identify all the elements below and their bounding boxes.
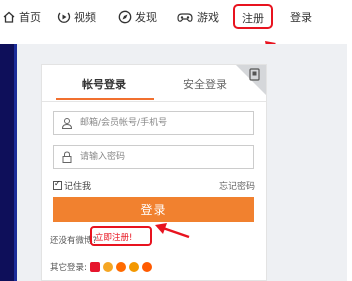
gamepad-icon <box>177 13 193 22</box>
register-nav-button[interactable]: 注册 <box>233 4 273 29</box>
home-icon <box>3 11 15 23</box>
password-input[interactable] <box>80 149 248 165</box>
nav-games-label: 游戏 <box>197 11 219 24</box>
nav-discover-label: 发现 <box>135 11 157 24</box>
register-now-link[interactable]: 立即注册! <box>95 231 132 243</box>
lock-icon <box>62 151 72 163</box>
register-nav-label: 注册 <box>242 12 264 25</box>
nav-home[interactable]: 首页 <box>2 9 41 25</box>
nav-home-label: 首页 <box>19 11 41 24</box>
left-side-panel <box>0 44 17 281</box>
tab-account-login[interactable]: 帐号登录 <box>82 76 126 92</box>
remember-me-label: 记住我 <box>64 182 92 192</box>
password-field[interactable] <box>53 145 254 169</box>
remember-me[interactable]: 记住我 <box>53 179 91 192</box>
forgot-password-link[interactable]: 忘记密码 <box>219 179 255 192</box>
login-button[interactable]: 登录 <box>53 197 254 222</box>
weibo-icon[interactable] <box>89 262 100 272</box>
play-circle-icon <box>57 12 71 23</box>
wechat-icon[interactable] <box>128 262 139 272</box>
register-now-highlight: 立即注册! <box>90 226 152 246</box>
username-field[interactable] <box>53 111 254 135</box>
annotation-arrow-register-now <box>155 223 190 239</box>
nav-login-label: 登录 <box>290 11 312 24</box>
user-icon <box>61 118 73 129</box>
compass-icon <box>118 10 132 24</box>
top-navigation: 首页 视频 发现 游戏 注册 登录 <box>0 0 352 36</box>
active-tab-indicator <box>56 98 154 100</box>
alipay-icon[interactable] <box>141 262 152 272</box>
qq-icon[interactable] <box>102 262 113 272</box>
other-login-label: 其它登录: <box>50 263 87 273</box>
nav-discover[interactable]: 发现 <box>118 9 157 25</box>
taobao-icon[interactable] <box>115 262 126 272</box>
tab-secure-login[interactable]: 安全登录 <box>183 76 227 92</box>
nav-games[interactable]: 游戏 <box>176 9 219 25</box>
qrcode-icon[interactable] <box>249 68 262 81</box>
remember-me-checkbox[interactable] <box>53 179 62 190</box>
nav-video-label: 视频 <box>74 11 96 24</box>
nav-video[interactable]: 视频 <box>57 9 96 25</box>
other-login-row: 其它登录: <box>50 261 152 273</box>
login-card: 帐号登录 安全登录 记住我 忘记密码 登录 还没有微博? 立即注册! 其它登录: <box>41 64 267 281</box>
nav-login[interactable]: 登录 <box>290 9 312 25</box>
username-input[interactable] <box>80 115 248 131</box>
login-tabs: 帐号登录 安全登录 <box>42 65 266 102</box>
